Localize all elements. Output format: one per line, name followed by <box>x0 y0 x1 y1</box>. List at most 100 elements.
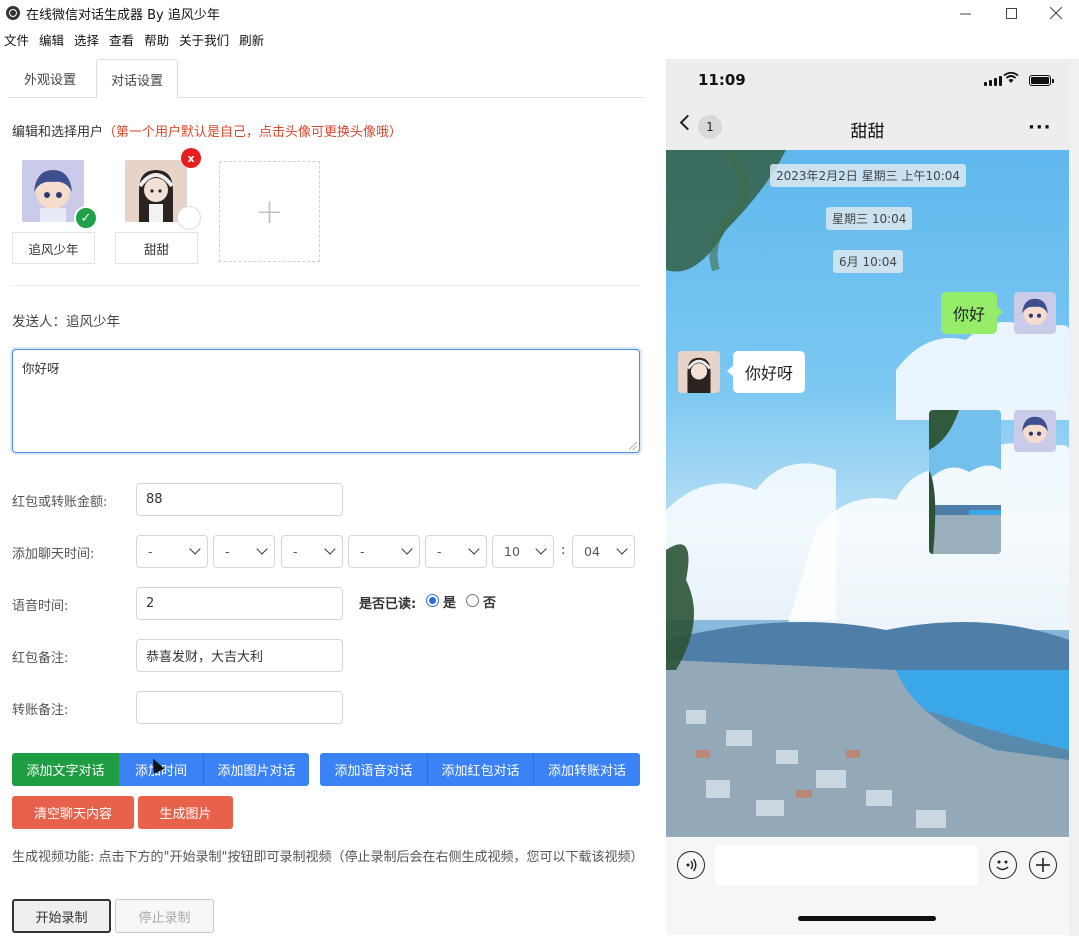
selected-check-icon: ✓ <box>74 206 98 230</box>
resize-handle[interactable] <box>629 442 637 450</box>
signal-icon <box>984 76 1002 86</box>
add-text-dialog-button[interactable]: 添加文字对话 <box>12 753 119 786</box>
more-icon[interactable]: ··· <box>1028 117 1052 138</box>
minimize-icon[interactable] <box>942 0 988 26</box>
minute-select-value: 04 <box>584 544 600 559</box>
read-no-label: 否 <box>483 596 497 611</box>
timestamp-pill: 6月 10:04 <box>833 250 904 273</box>
chevron-down-icon <box>468 543 480 555</box>
user-name-field[interactable]: 追风少年 <box>12 232 95 264</box>
divider <box>12 285 639 286</box>
menu-edit[interactable]: 编辑 <box>34 30 69 49</box>
tab-appearance[interactable]: 外观设置 <box>10 59 90 98</box>
redpacket-note-input[interactable]: 恭喜发财，大吉大利 <box>136 639 343 672</box>
delete-user-icon[interactable]: x <box>181 148 201 168</box>
message-bubble-other[interactable]: 你好呀 <box>726 351 806 393</box>
other-chat-avatar[interactable] <box>678 351 720 393</box>
menu-select[interactable]: 选择 <box>69 30 104 49</box>
timestamp-pill: 星期三 10:04 <box>826 207 913 230</box>
message-text: 你好呀 <box>22 361 60 376</box>
sender-label: 发送人：追风少年 <box>12 314 120 330</box>
read-yes-label: 是 <box>443 596 457 611</box>
transfer-note-input[interactable] <box>136 691 343 724</box>
year-select-value: - <box>148 544 153 559</box>
avatar[interactable]: x <box>125 148 201 230</box>
amount-input[interactable]: 88 <box>136 483 343 516</box>
video-description: 生成视频功能: 点击下方的"开始录制"按钮即可录制视频（停止录制后会在右侧生成视… <box>12 850 644 865</box>
users-hint: （第一个用户默认是自己，点击头像可更换头像哦） <box>103 125 403 140</box>
voice-time-label: 语音时间: <box>12 599 69 614</box>
window-title: 在线微信对话生成器 By 追风少年 <box>26 7 220 23</box>
chevron-down-icon <box>401 543 413 555</box>
maximize-icon[interactable] <box>988 0 1034 26</box>
menu-about[interactable]: 关于我们 <box>174 30 234 49</box>
add-image-dialog-button[interactable]: 添加图片对话 <box>203 753 309 786</box>
month-select-value: - <box>225 544 230 559</box>
generate-image-button[interactable]: 生成图片 <box>138 796 233 829</box>
message-bubble-me[interactable]: 你好 <box>941 292 1004 334</box>
read-no-radio[interactable] <box>466 594 479 607</box>
menu-file[interactable]: 文件 <box>0 30 34 49</box>
weekday-select[interactable]: - <box>348 535 420 568</box>
voice-time-input[interactable]: 2 <box>136 587 343 620</box>
day-select-value: - <box>293 544 298 559</box>
add-user-button[interactable]: + <box>219 161 320 262</box>
title-bar: 在线微信对话生成器 By 追风少年 <box>0 0 1079 26</box>
user-name-field[interactable]: 甜甜 <box>115 232 198 264</box>
time-colon: : <box>561 543 566 558</box>
amount-label: 红包或转账金额: <box>12 495 108 510</box>
chevron-down-icon <box>324 543 336 555</box>
chevron-down-icon <box>256 543 268 555</box>
settings-tabs: 外观设置 对话设置 <box>8 59 645 99</box>
emoji-icon[interactable] <box>989 851 1017 879</box>
minute-select[interactable]: 04 <box>572 535 635 568</box>
chat-text-input[interactable] <box>715 845 978 885</box>
window-edge <box>1069 59 1079 936</box>
chat-input-bar <box>666 837 1069 935</box>
chevron-down-icon <box>616 543 628 555</box>
menu-bar: 文件 编辑 选择 查看 帮助 关于我们 刷新 <box>0 28 269 50</box>
chat-title: 甜甜 <box>850 122 885 142</box>
image-message[interactable] <box>929 410 1001 554</box>
add-transfer-dialog-button[interactable]: 添加转账对话 <box>533 753 640 786</box>
ampm-select[interactable]: - <box>425 535 487 568</box>
phone-preview: 11:09 1 甜甜 ··· 2023年2月2日 星期三 上午10:04 星期三… <box>666 59 1069 935</box>
tab-dialog[interactable]: 对话设置 <box>96 59 179 99</box>
ampm-select-value: - <box>437 544 442 559</box>
battery-icon <box>1029 75 1054 86</box>
app-icon <box>6 6 20 20</box>
user-card[interactable]: x 甜甜 <box>115 148 201 264</box>
menu-help[interactable]: 帮助 <box>139 30 174 49</box>
month-select[interactable]: - <box>213 535 275 568</box>
day-select[interactable]: - <box>281 535 343 568</box>
plus-icon[interactable] <box>1029 851 1057 879</box>
menu-view[interactable]: 查看 <box>104 30 139 49</box>
add-redpacket-dialog-button[interactable]: 添加红包对话 <box>427 753 533 786</box>
chat-time-label: 添加聊天时间: <box>12 547 95 562</box>
timestamp-pill: 2023年2月2日 星期三 上午10:04 <box>770 164 967 187</box>
hour-select[interactable]: 10 <box>492 535 554 568</box>
chevron-down-icon <box>535 543 547 555</box>
start-recording-button[interactable]: 开始录制 <box>12 899 111 933</box>
avatar[interactable]: ✓ <box>22 160 98 230</box>
close-icon[interactable] <box>1033 0 1079 26</box>
users-title-text: 编辑和选择用户 <box>12 125 104 140</box>
chat-background: 2023年2月2日 星期三 上午10:04 星期三 10:04 6月 10:04… <box>666 150 1069 837</box>
weekday-select-value: - <box>360 544 365 559</box>
redpacket-note-label: 红包备注: <box>12 651 69 666</box>
stop-recording-button[interactable]: 停止录制 <box>115 899 214 933</box>
year-select[interactable]: - <box>136 535 208 568</box>
clear-chat-button[interactable]: 清空聊天内容 <box>12 796 134 829</box>
menu-refresh[interactable]: 刷新 <box>234 30 269 49</box>
read-status-label: 是否已读: <box>359 597 417 612</box>
voice-icon[interactable] <box>677 851 705 879</box>
user-card[interactable]: ✓ 追风少年 <box>12 160 98 264</box>
read-yes-radio[interactable] <box>426 594 439 607</box>
wifi-icon <box>1003 71 1019 88</box>
message-textarea[interactable]: 你好呀 <box>12 349 640 453</box>
my-chat-avatar[interactable] <box>1014 410 1056 452</box>
transfer-note-label: 转账备注: <box>12 703 69 718</box>
add-voice-dialog-button[interactable]: 添加语音对话 <box>320 753 427 786</box>
hour-select-value: 10 <box>504 544 520 559</box>
my-chat-avatar[interactable] <box>1014 292 1056 334</box>
